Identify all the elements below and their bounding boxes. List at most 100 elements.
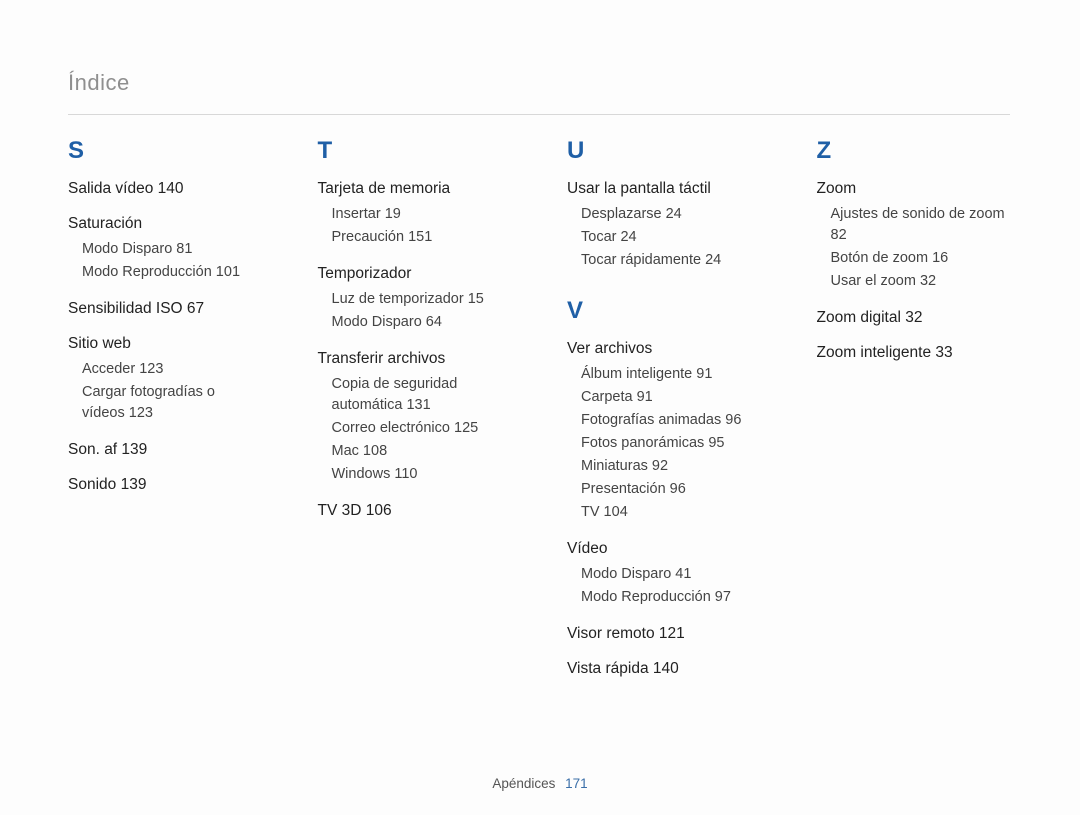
index-sub-list: Desplazarse 24Tocar 24Tocar rápidamente … <box>581 204 761 271</box>
index-topic-label: Sitio web <box>68 335 131 352</box>
index-sub-label: Álbum inteligente <box>581 366 692 382</box>
index-sub-item: Mac 108 <box>332 441 512 462</box>
index-sub-item: Correo electrónico 125 <box>332 418 512 439</box>
index-sub-item: Luz de temporizador 15 <box>332 289 512 310</box>
index-sub-item: Usar el zoom 32 <box>831 271 1011 292</box>
index-sub-item: Miniaturas 92 <box>581 456 761 477</box>
index-topic-label: Vídeo <box>567 540 608 557</box>
index-sub-item: Precaución 151 <box>332 227 512 248</box>
index-topic-label: Temporizador <box>318 265 412 282</box>
index-letter-heading: V <box>567 297 761 325</box>
index-sub-list: Modo Disparo 41 Modo Reproducción 97 <box>581 564 761 608</box>
index-columns: S Salida vídeo 140 Saturación Modo Disparo … <box>68 137 1010 694</box>
spacing <box>318 526 512 536</box>
index-sub-label: Mac <box>332 443 359 459</box>
index-topic-label: Usar la pantalla táctil <box>567 180 711 197</box>
index-column: UUsar la pantalla táctilDesplazarse 24To… <box>567 137 761 694</box>
index-sub-label: Tocar rápidamente <box>581 252 701 268</box>
index-topic: Vídeo <box>567 539 761 560</box>
index-sub-item: Tocar rápidamente 24 <box>581 250 761 271</box>
index-sub-page: 96 <box>721 412 741 428</box>
index-topic-label: Saturación <box>68 215 142 232</box>
index-sub-label: Usar el zoom <box>831 273 916 289</box>
index-sub-label: Presentación <box>581 481 666 497</box>
index-topic-page: 67 <box>183 300 205 317</box>
index-sub-label: Carpeta <box>581 389 633 405</box>
index-topic-page: 106 <box>361 502 391 519</box>
index-letter-heading: S <box>68 137 262 165</box>
index-topic-label: Son. af <box>68 441 117 458</box>
index-topic: Sensibilidad ISO 67 <box>68 299 262 320</box>
index-topic-label: Transferir archivos <box>318 350 446 367</box>
spacing <box>68 500 262 510</box>
index-sub-page: 97 <box>711 589 731 605</box>
index-sub-page: 19 <box>381 206 401 222</box>
index-sub-page: 125 <box>450 420 478 436</box>
index-topic-label: Zoom inteligente <box>817 344 932 361</box>
index-sub-item: Desplazarse 24 <box>581 204 761 225</box>
index-sub-item: Álbum inteligente 91 <box>581 364 761 385</box>
spacing <box>567 684 761 694</box>
index-topic: Usar la pantalla táctil <box>567 179 761 200</box>
index-topic-page: 140 <box>153 180 183 197</box>
index-sub-label: Windows <box>332 466 391 482</box>
index-topic: Zoom <box>817 179 1011 200</box>
page-footer: Apéndices 171 <box>0 776 1080 791</box>
index-column: TTarjeta de memoriaInsertar 19Precaución… <box>318 137 512 694</box>
index-sub-item: Fotografías animadas 96 <box>581 410 761 431</box>
index-sub-label: Fotos panorámicas <box>581 435 704 451</box>
index-sub-label: Modo Reproducción <box>581 589 711 605</box>
index-sub-label: Modo Disparo <box>581 566 671 582</box>
index-sub-label: Fotografías animadas <box>581 412 721 428</box>
index-sub-page: 95 <box>704 435 724 451</box>
index-sub-label: Ajustes de sonido de zoom <box>831 206 1005 222</box>
index-topic-page: 33 <box>931 344 953 361</box>
spacing <box>68 204 262 214</box>
index-sub-label: Luz de temporizador <box>332 291 464 307</box>
spacing <box>817 333 1011 343</box>
index-sub-page: 15 <box>464 291 484 307</box>
index-sub-page: 16 <box>928 250 948 266</box>
index-topic: Sitio web <box>68 334 262 355</box>
index-topic-page: 139 <box>116 476 146 493</box>
spacing <box>68 324 262 334</box>
index-sub-label: Copia de seguridad automática <box>332 376 458 413</box>
index-sub-label: Precaución <box>332 229 405 245</box>
index-sub-label: Modo Reproducción <box>82 264 212 280</box>
index-sub-page: 91 <box>633 389 653 405</box>
index-sub-label: Desplazarse <box>581 206 662 222</box>
index-sub-page: 131 <box>402 397 430 413</box>
index-topic-page: 32 <box>901 309 923 326</box>
index-sub-label: Acceder <box>82 361 135 377</box>
index-topic-label: Zoom <box>817 180 857 197</box>
index-sub-page: 41 <box>671 566 691 582</box>
index-topic: Temporizador <box>318 264 512 285</box>
index-sub-list: Ajustes de sonido de zoom 82Botón de zoo… <box>831 204 1011 292</box>
index-sub-item: Botón de zoom 16 <box>831 248 1011 269</box>
page-title: Índice <box>68 70 1010 96</box>
index-sub-list: Modo Disparo 81Modo Reproducción 101 <box>82 239 262 283</box>
index-topic-page: 140 <box>649 660 679 677</box>
header-divider <box>68 114 1010 115</box>
index-page: Índice S Salida vídeo 140 Saturación Modo D… <box>0 0 1080 815</box>
index-sub-item: Modo Disparo 64 <box>332 312 512 333</box>
spacing <box>68 465 262 475</box>
index-topic: TV 3D 106 <box>318 501 512 522</box>
index-sub-page: 64 <box>422 314 442 330</box>
index-topic-label: Salida vídeo <box>68 180 153 197</box>
index-sub-list: Acceder 123Cargar fotogradías o vídeos 1… <box>82 359 262 424</box>
index-sub-label: TV <box>581 504 600 520</box>
index-sub-item: Modo Reproducción 101 <box>82 262 262 283</box>
index-topic-label: Zoom digital <box>817 309 901 326</box>
index-topic-label: Ver archivos <box>567 340 652 357</box>
index-sub-item: Copia de seguridad automática 131 <box>332 374 512 416</box>
index-sub-page: 108 <box>359 443 387 459</box>
index-topic-label: Vista rápida <box>567 660 649 677</box>
index-sub-page: 24 <box>662 206 682 222</box>
index-sub-item: TV 104 <box>581 502 761 523</box>
index-topic: Visor remoto 121 <box>567 624 761 645</box>
index-topic: Zoom digital 32 <box>817 308 1011 329</box>
index-sub-label: Correo electrónico <box>332 420 450 436</box>
index-sub-label: Modo Disparo <box>82 241 172 257</box>
spacing <box>567 649 761 659</box>
